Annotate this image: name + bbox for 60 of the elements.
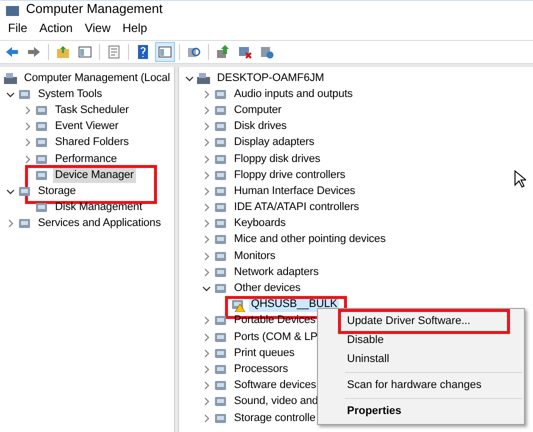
help-icon bbox=[135, 44, 151, 60]
tree-item[interactable]: Floppy disk drives bbox=[232, 152, 322, 167]
add-hardware-icon bbox=[259, 44, 275, 60]
tree-item[interactable]: Network adapters bbox=[232, 264, 321, 280]
tree-item[interactable]: System Tools bbox=[36, 86, 104, 102]
tree-item[interactable]: Mice and other pointing devices bbox=[232, 232, 388, 248]
mouse-pointer-icon bbox=[514, 170, 526, 188]
back-arrow-icon bbox=[4, 44, 20, 60]
warning-device-icon bbox=[230, 297, 246, 312]
app-icon bbox=[6, 4, 20, 16]
expanded-chevron-icon[interactable] bbox=[184, 74, 194, 83]
collapsed-chevron-icon[interactable] bbox=[6, 219, 14, 228]
expanded-chevron-icon[interactable] bbox=[202, 284, 210, 294]
tree-item[interactable]: Print queues bbox=[232, 346, 297, 361]
tree-item[interactable]: Storage bbox=[36, 184, 78, 199]
menu-item[interactable]: View bbox=[78, 21, 116, 35]
forward-arrow-icon bbox=[26, 44, 42, 60]
tree-item[interactable]: Other devices bbox=[232, 281, 303, 296]
tree-item[interactable]: Monitors bbox=[232, 248, 278, 264]
menu-item[interactable]: Help bbox=[116, 21, 154, 35]
console-tree-icon bbox=[157, 44, 173, 60]
context-menu-item[interactable]: Scan for hardware changes bbox=[318, 376, 524, 395]
uninstall-icon bbox=[237, 44, 253, 60]
tree-item[interactable]: Device Manager bbox=[53, 168, 136, 183]
tree-item[interactable]: Ports (COM & LP bbox=[232, 330, 320, 345]
toolbar-button[interactable] bbox=[155, 42, 175, 62]
context-menu-item[interactable]: Update Driver Software... bbox=[318, 312, 524, 331]
tree-item[interactable]: Disk Management bbox=[53, 200, 144, 216]
tree-item[interactable]: Task Scheduler bbox=[53, 102, 131, 118]
menu-item[interactable]: Action bbox=[33, 21, 79, 35]
tree-item[interactable]: Services and Applications bbox=[36, 216, 163, 232]
expanded-chevron-icon[interactable] bbox=[6, 90, 14, 99]
tree-item[interactable]: Software devices bbox=[232, 378, 318, 394]
tree-item[interactable]: Display adapters bbox=[232, 135, 316, 150]
computer-icon bbox=[196, 70, 212, 86]
context-menu-item[interactable]: Disable bbox=[318, 331, 524, 350]
folder-up-icon bbox=[55, 44, 71, 60]
tree-item[interactable]: Event Viewer bbox=[53, 119, 120, 134]
tree-item[interactable]: Human Interface Devices bbox=[232, 184, 358, 199]
update-driver-icon bbox=[215, 44, 231, 60]
properties-icon bbox=[106, 44, 122, 60]
tree-item[interactable]: Shared Folders bbox=[53, 135, 131, 150]
expanded-chevron-icon[interactable] bbox=[6, 186, 14, 196]
tree-item[interactable]: Storage controlle bbox=[232, 410, 318, 426]
computer-icon bbox=[3, 70, 19, 86]
tree-item[interactable]: Computer Management (Local bbox=[22, 70, 172, 86]
context-menu-item[interactable]: Properties bbox=[318, 402, 524, 421]
tree-item[interactable]: Processors bbox=[232, 362, 290, 377]
context-menu-item[interactable]: Uninstall bbox=[318, 350, 524, 369]
window-title: Computer Management bbox=[26, 2, 163, 16]
tree-item[interactable]: Keyboards bbox=[232, 216, 288, 232]
tree-item[interactable]: IDE ATA/ATAPI controllers bbox=[232, 200, 362, 216]
tree-item[interactable]: DESKTOP-OAMF6JM bbox=[215, 70, 326, 86]
tree-item[interactable]: Floppy drive controllers bbox=[232, 168, 348, 183]
tree-item[interactable]: Disk drives bbox=[232, 119, 289, 134]
tree-item[interactable]: Audio inputs and outputs bbox=[232, 86, 355, 102]
console-tree-icon bbox=[77, 44, 93, 60]
tree-item[interactable]: Performance bbox=[53, 152, 119, 167]
menu-item[interactable]: File bbox=[2, 21, 34, 35]
tree-item[interactable]: Computer bbox=[232, 102, 284, 118]
